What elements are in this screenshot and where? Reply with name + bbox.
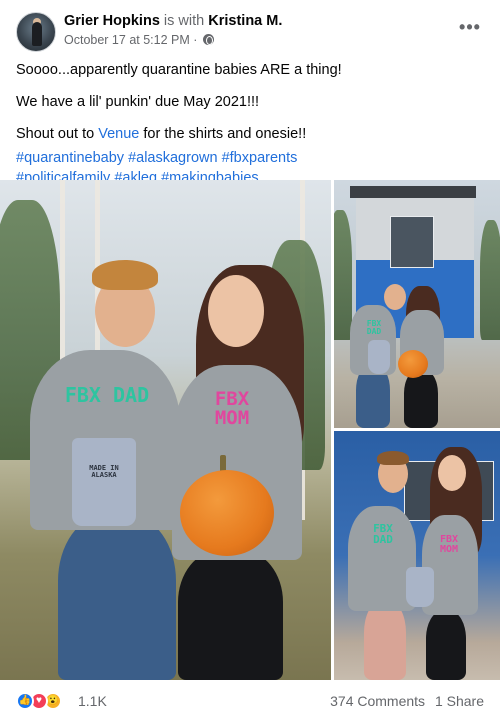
author-line: Grier Hopkins is with Kristina M.	[64, 12, 282, 30]
post-text-line-1: Soooo...apparently quarantine babies ARE…	[16, 62, 342, 78]
tagged-person[interactable]: Kristina M.	[208, 13, 282, 29]
hashtag-link[interactable]: #quarantinebaby	[16, 150, 124, 166]
author-avatar[interactable]	[16, 12, 56, 52]
venue-link[interactable]: Venue	[98, 126, 139, 142]
top-man-shirt-text: FBX DAD	[366, 319, 382, 336]
house-window	[390, 216, 434, 268]
shares-count[interactable]: 1 Share	[435, 693, 484, 709]
pumpkin	[398, 350, 428, 378]
woman-pants	[404, 370, 438, 428]
post-timestamp[interactable]: October 17 at 5:12 PM	[64, 33, 190, 47]
photo-main[interactable]: FBX DAD FBX MOM MADE IN ALASKA	[0, 180, 331, 680]
tree	[334, 210, 352, 340]
post-text-shoutout: Shout out to Venue for the shirts and on…	[16, 124, 484, 144]
reactions-bar: 👍 ♥ 😮 1.1K 374 Comments 1 Share	[16, 690, 484, 712]
post-meta: October 17 at 5:12 PM ·	[64, 32, 214, 48]
bottom-woman-shirt-text: FBX MOM	[439, 534, 459, 555]
hashtag-link[interactable]: #fbxparents	[222, 150, 298, 166]
post-text-line-2: We have a lil' punkin' due May 2021!!!	[16, 94, 260, 110]
shoutout-suffix: for the shirts and onesie!!	[139, 126, 307, 142]
like-icon[interactable]: 👍	[16, 692, 34, 710]
post-header: Grier Hopkins is with Kristina M. Octobe…	[16, 12, 484, 52]
bottom-man-shirt-text: FBX DAD	[373, 522, 393, 546]
woman-pants	[426, 611, 466, 680]
hashtag-link[interactable]: #alaskagrown	[128, 150, 217, 166]
woman-head	[208, 275, 264, 347]
meta-separator: ·	[193, 33, 198, 47]
hashtags-line-1: #quarantinebaby #alaskagrown #fbxparents	[16, 148, 484, 168]
reaction-count[interactable]: 1.1K	[78, 693, 107, 709]
man-hair	[92, 260, 158, 290]
baby-onesie	[368, 340, 390, 374]
with-text: is with	[163, 13, 205, 29]
photo-bottom-right[interactable]: FBX DAD FBX MOM	[334, 431, 500, 680]
photo-top-right[interactable]: FBX DAD	[334, 180, 500, 428]
tree	[480, 220, 500, 340]
author-name[interactable]: Grier Hopkins	[64, 13, 160, 29]
man-hair	[377, 451, 409, 465]
man-head	[384, 284, 406, 310]
onesie-text: MADE IN ALASKA	[89, 464, 119, 479]
post-text: Soooo...apparently quarantine babies ARE…	[16, 60, 484, 192]
public-globe-icon	[202, 34, 214, 45]
woman-pants	[178, 550, 283, 680]
photo-gallery: FBX DAD FBX MOM MADE IN ALASKA FBX DAD F…	[0, 180, 500, 680]
comments-count[interactable]: 374 Comments	[330, 693, 425, 709]
engagement-stats: 374 Comments 1 Share	[324, 693, 484, 709]
woman-shirt-text: FBX MOM	[214, 388, 250, 429]
man-jeans	[58, 515, 176, 680]
man-shirt-text: FBX DAD	[64, 383, 150, 407]
pumpkin	[180, 470, 274, 556]
man-pants	[364, 601, 406, 680]
shoutout-prefix: Shout out to	[16, 126, 99, 142]
house-roof	[350, 186, 476, 198]
woman-head	[438, 455, 466, 491]
baby-onesie	[406, 567, 434, 607]
baby-onesie	[72, 438, 136, 526]
more-options-button[interactable]: •••	[456, 18, 484, 40]
